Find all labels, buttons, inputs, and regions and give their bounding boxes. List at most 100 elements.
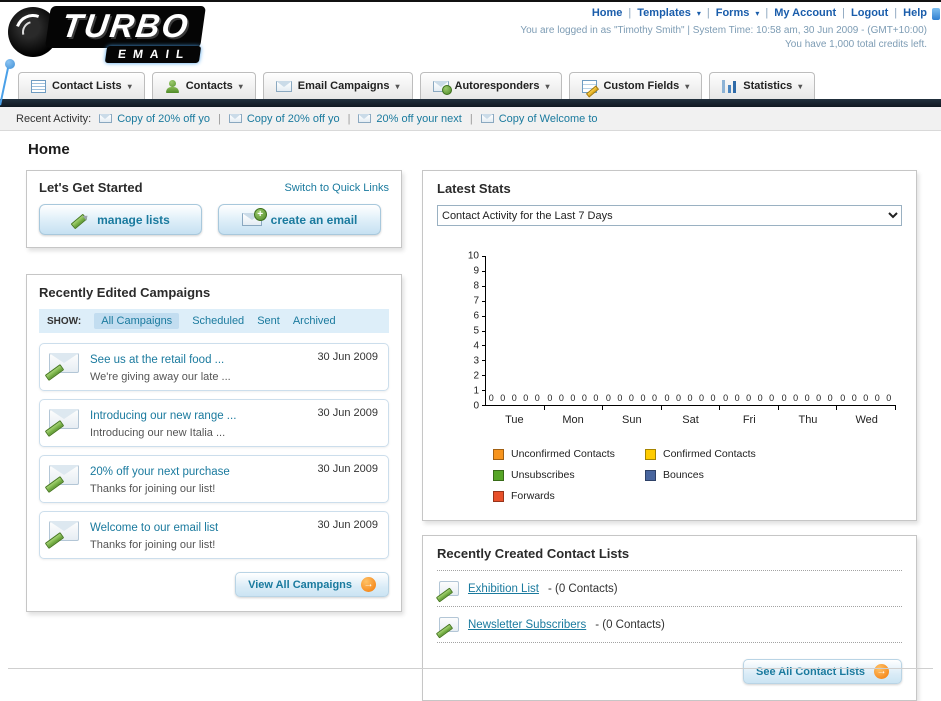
tab-contacts[interactable]: Contacts ▾ [151, 72, 256, 99]
get-started-title: Let's Get Started [39, 180, 143, 195]
tab-email-campaigns[interactable]: Email Campaigns ▾ [262, 72, 413, 99]
campaign-title-link[interactable]: Introducing our new range ... [90, 410, 236, 422]
campaign-subtitle: Introducing our new Italia ... [90, 427, 226, 439]
tab-label: Contacts [185, 80, 233, 92]
manage-lists-label: manage lists [97, 212, 170, 227]
chevron-down-icon: ▾ [127, 81, 132, 91]
y-tick-mark [482, 360, 486, 362]
switch-quick-links-link[interactable]: Switch to Quick Links [284, 182, 389, 194]
chevron-down-icon: ▾ [696, 8, 701, 18]
edit-campaign-icon [49, 521, 79, 541]
recent-activity-bar: Recent Activity: Copy of 20% off yo | Co… [0, 107, 941, 131]
create-email-button[interactable]: create an email [218, 204, 381, 235]
recent-activity-item: Copy of 20% off yo [228, 113, 340, 125]
tab-custom-fields[interactable]: Custom Fields ▾ [569, 72, 703, 99]
y-tick-label: 8 [473, 280, 479, 292]
chart-column: 0 0 0 0 0 [545, 256, 604, 410]
contact-activity-chart: 10 9 8 7 6 5 4 3 2 1 0 0 0 0 0 00 0 0 0 00 0 0 0 0… [465, 251, 896, 426]
chart-columns: 0 0 0 0 0 0 0 0 0 0 0 0 0 0 0 0 0 0 0 0 0 0 … [486, 256, 896, 410]
page-title: Home [28, 141, 70, 158]
chart-legend: Unconfirmed Contacts Confirmed Contacts … [493, 448, 902, 502]
recent-activity-link[interactable]: Copy of 20% off yo [247, 113, 340, 125]
recent-activity-link[interactable]: Copy of Welcome to [499, 113, 598, 125]
contact-list-row: Newsletter Subscribers - (0 Contacts) [437, 607, 902, 643]
tab-label: Email Campaigns [297, 80, 390, 92]
edit-list-icon [439, 581, 459, 596]
separator: | [469, 112, 473, 125]
tab-autoresponders[interactable]: Autoresponders ▾ [419, 72, 563, 99]
top-link-logout[interactable]: Logout [851, 7, 888, 19]
filter-archived[interactable]: Archived [293, 315, 336, 327]
y-tick-label: 7 [473, 295, 479, 307]
x-tick-label: Thu [798, 414, 818, 426]
campaign-date: 30 Jun 2009 [317, 407, 378, 419]
chart-x-axis: Tue Mon Sun Sat Fri Thu Wed [485, 414, 896, 426]
stats-title: Latest Stats [437, 181, 511, 196]
separator: | [347, 112, 351, 125]
main-nav: Contact Lists ▾ Contacts ▾ Email Campaig… [0, 68, 941, 99]
chart-plot-wrap: 0 0 0 0 0 0 0 0 0 0 0 0 0 0 0 0 0 0 0 0 0 0 … [482, 256, 896, 426]
tab-contact-lists[interactable]: Contact Lists ▾ [18, 72, 145, 99]
left-column: Let's Get Started Switch to Quick Links … [26, 170, 402, 612]
y-tick-mark [482, 345, 486, 347]
x-tick-label: Sun [622, 414, 642, 426]
email-campaigns-icon [275, 80, 292, 92]
chart-value-labels: 0 0 0 0 0 [605, 393, 659, 403]
manage-lists-button[interactable]: manage lists [39, 204, 202, 235]
x-tick-label: Sat [682, 414, 699, 426]
y-tick-mark [482, 330, 486, 332]
campaign-title-link[interactable]: 20% off your next purchase [90, 466, 230, 478]
chart-column: 0 0 0 0 0 [720, 256, 779, 410]
x-tick-label: Mon [562, 414, 584, 426]
see-all-contact-lists-button[interactable]: See All Contact Lists → [742, 659, 902, 684]
top-link-forms[interactable]: Forms [716, 7, 750, 19]
recent-activity-link[interactable]: Copy of 20% off yo [117, 113, 210, 125]
corner-marker-icon [932, 8, 940, 20]
top-link-home[interactable]: Home [592, 7, 623, 19]
filter-all-campaigns[interactable]: All Campaigns [94, 313, 180, 329]
contact-list-link[interactable]: Exhibition List [468, 583, 539, 595]
legend-swatch [493, 448, 504, 460]
contacts-icon [165, 79, 180, 93]
filter-sent[interactable]: Sent [257, 315, 280, 327]
latest-stats-panel: Latest Stats Contact Activity for the La… [422, 170, 917, 521]
y-tick-mark [482, 285, 486, 287]
campaign-title-link[interactable]: See us at the retail food ... [90, 354, 224, 366]
contact-list-link[interactable]: Newsletter Subscribers [468, 619, 586, 631]
recent-activity-item: Copy of Welcome to [480, 113, 598, 125]
campaign-subtitle: Thanks for joining our list! [90, 483, 216, 495]
custom-fields-icon [582, 79, 598, 93]
chevron-down-icon: ▾ [395, 81, 400, 91]
legend-label: Unsubscribes [511, 469, 575, 481]
edit-campaign-icon [49, 409, 79, 429]
create-email-label: create an email [270, 212, 358, 227]
campaign-date: 30 Jun 2009 [317, 351, 378, 363]
chart-column: 0 0 0 0 0 [837, 256, 896, 410]
stats-filter-select[interactable]: Contact Activity for the Last 7 Days [437, 205, 902, 226]
logo-title: TURBO [45, 6, 207, 48]
y-tick-mark [482, 375, 486, 377]
chart-value-labels: 0 0 0 0 0 [781, 393, 835, 403]
campaign-title-link[interactable]: Welcome to our email list [90, 522, 218, 534]
edit-list-icon [439, 617, 459, 632]
header: TURBO EMAIL Home | Templates ▾ | Forms ▾… [0, 2, 941, 106]
y-tick-mark [482, 256, 486, 257]
filter-scheduled[interactable]: Scheduled [192, 315, 244, 327]
chart-value-labels: 0 0 0 0 0 [488, 393, 542, 403]
y-tick-label: 3 [473, 355, 479, 367]
legend-label: Unconfirmed Contacts [511, 448, 615, 460]
campaign-row: See us at the retail food ... We're givi… [39, 343, 389, 391]
tab-statistics[interactable]: Statistics ▾ [709, 72, 816, 99]
get-started-panel: Let's Get Started Switch to Quick Links … [26, 170, 402, 248]
email-icon [228, 114, 242, 123]
campaigns-filter-bar: SHOW: All Campaigns Scheduled Sent Archi… [39, 309, 389, 333]
arrow-right-icon: → [361, 577, 376, 592]
y-tick-mark [482, 300, 486, 302]
top-link-my-account[interactable]: My Account [774, 7, 836, 19]
credits-info: You have 1,000 total credits left. [785, 39, 927, 50]
top-link-help[interactable]: Help [903, 7, 927, 19]
top-link-templates[interactable]: Templates [637, 7, 691, 19]
recent-activity-link[interactable]: 20% off your next [376, 113, 461, 125]
view-all-campaigns-button[interactable]: View All Campaigns → [235, 572, 389, 597]
email-plus-icon [241, 208, 267, 226]
